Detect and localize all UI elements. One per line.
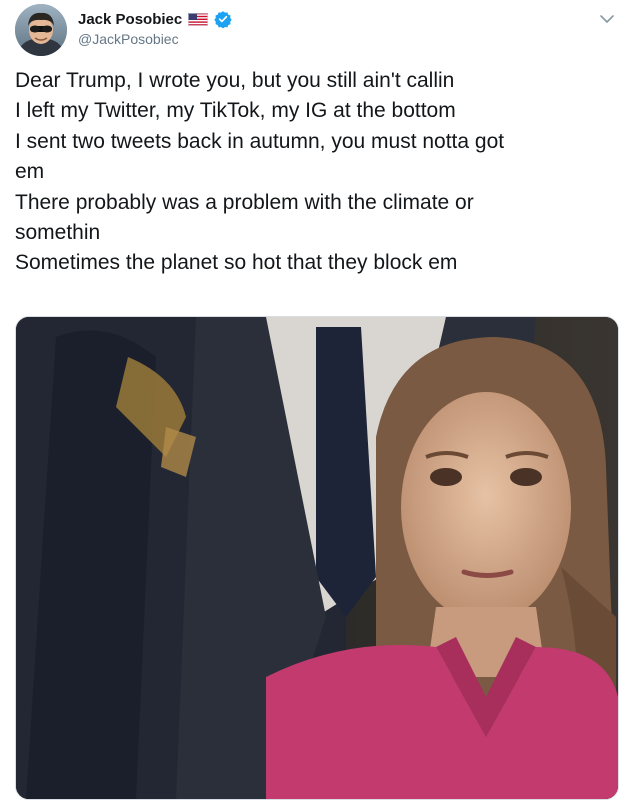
tweet-text-line: somethin xyxy=(15,221,101,245)
tweet-text-line: There probably was a problem with the cl… xyxy=(15,190,474,214)
avatar[interactable] xyxy=(15,4,67,56)
author-name-row: Jack Posobiec xyxy=(78,8,232,30)
verified-icon xyxy=(214,10,232,29)
tweet-text-line: em xyxy=(15,160,45,184)
avatar-image xyxy=(15,4,67,56)
tweet-text-line: Dear Trump, I wrote you, but you still a… xyxy=(15,69,455,92)
tweet-text-line: I left my Twitter, my TikTok, my IG at t… xyxy=(15,99,456,123)
tweet-card: Jack Posobiec @JackPosobiec Dear Trump, … xyxy=(0,0,634,812)
tweet-photo[interactable] xyxy=(15,316,619,800)
tweet-text-line: I sent two tweets back in autumn, you mu… xyxy=(15,129,505,153)
author-handle[interactable]: @JackPosobiec xyxy=(78,31,179,47)
tweet-text: Dear Trump, I wrote you, but you still a… xyxy=(15,66,615,279)
author-display-name[interactable]: Jack Posobiec xyxy=(78,11,182,28)
tweet-text-line: Sometimes the planet so hot that they bl… xyxy=(15,251,458,275)
photo-icon xyxy=(16,317,618,799)
chevron-down-icon[interactable] xyxy=(598,10,616,28)
us-flag-icon xyxy=(188,12,209,26)
